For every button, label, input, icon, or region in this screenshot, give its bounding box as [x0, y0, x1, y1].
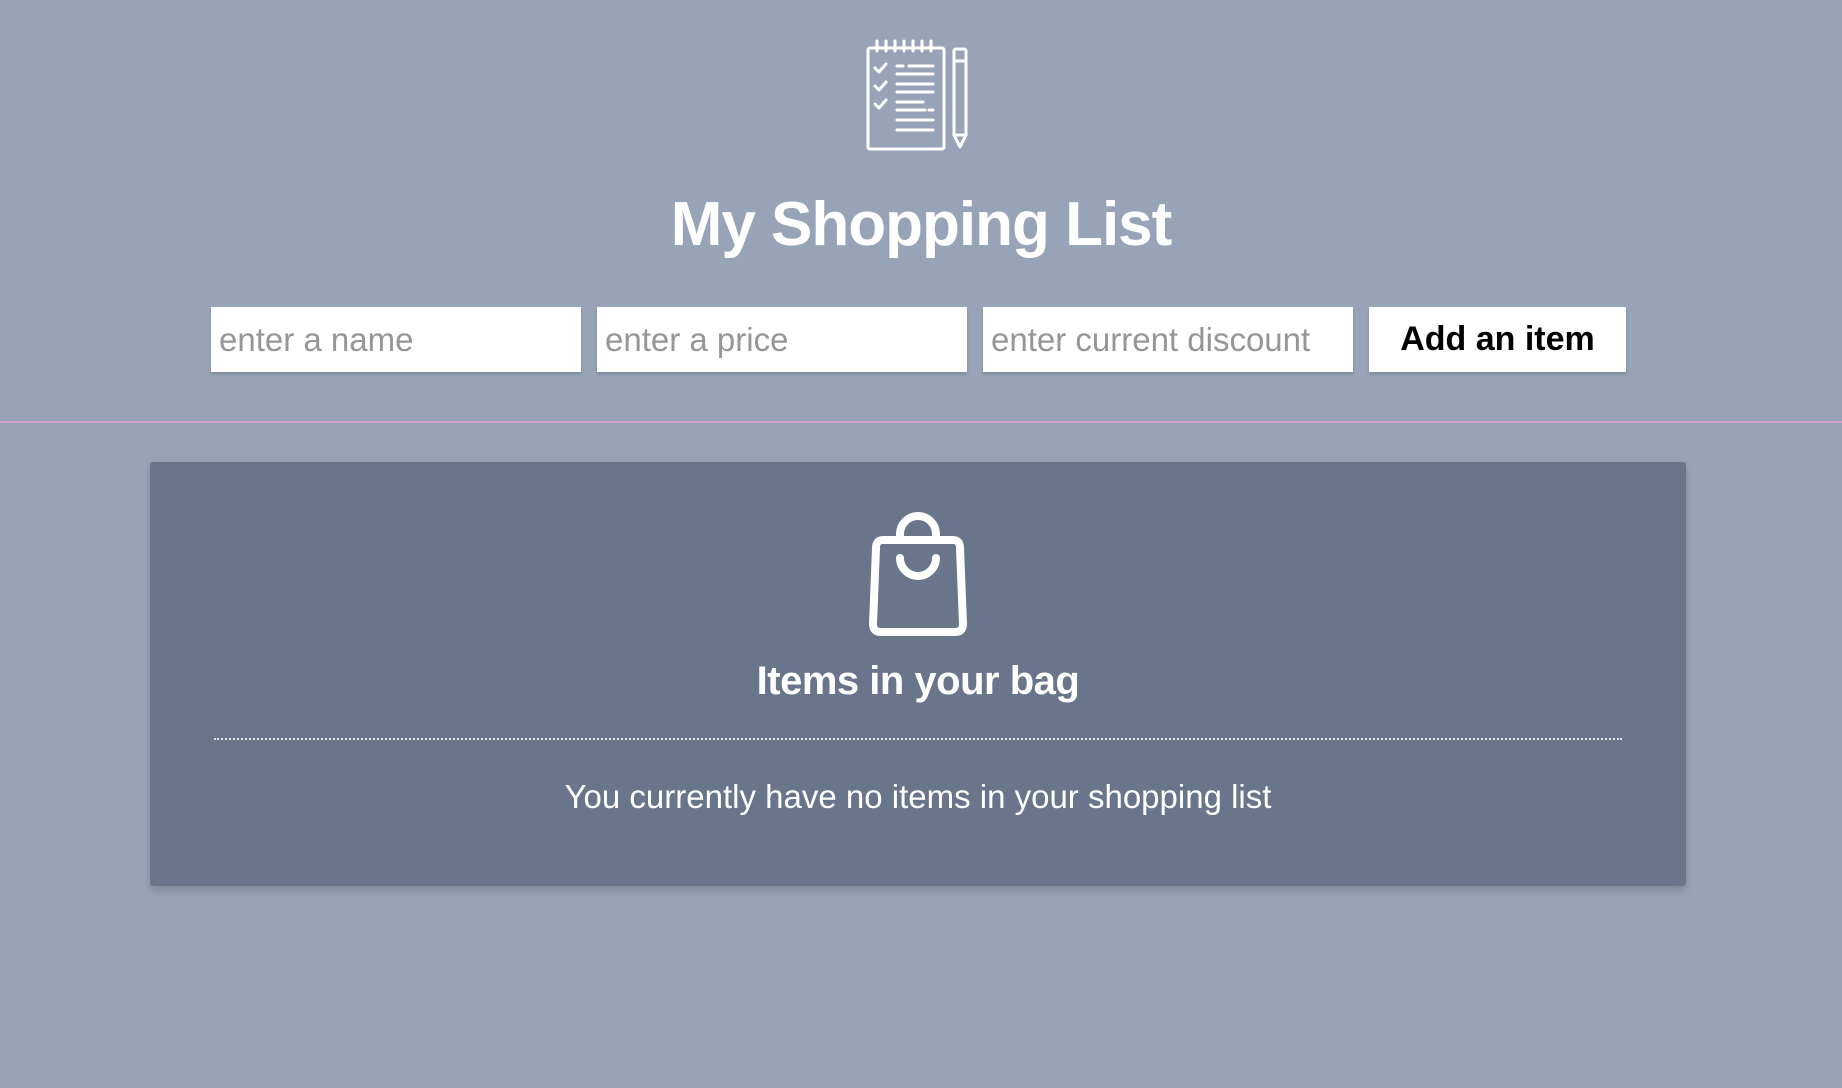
shopping-bag-icon	[869, 512, 967, 636]
bag-panel: Items in your bag You currently have no …	[150, 462, 1686, 886]
shopping-list-page: My Shopping List Add an item Items in yo…	[0, 0, 1842, 1088]
name-input[interactable]	[211, 307, 581, 372]
discount-input[interactable]	[983, 307, 1353, 372]
empty-list-message: You currently have no items in your shop…	[564, 778, 1272, 815]
page-title: My Shopping List	[670, 190, 1173, 259]
add-item-form: Add an item	[211, 307, 1626, 372]
divider	[214, 738, 1622, 740]
notepad-checklist-icon	[866, 39, 968, 151]
add-item-button[interactable]: Add an item	[1369, 307, 1626, 372]
price-input[interactable]	[597, 307, 967, 372]
bag-title: Items in your bag	[756, 659, 1080, 703]
header: My Shopping List Add an item	[0, 0, 1842, 423]
